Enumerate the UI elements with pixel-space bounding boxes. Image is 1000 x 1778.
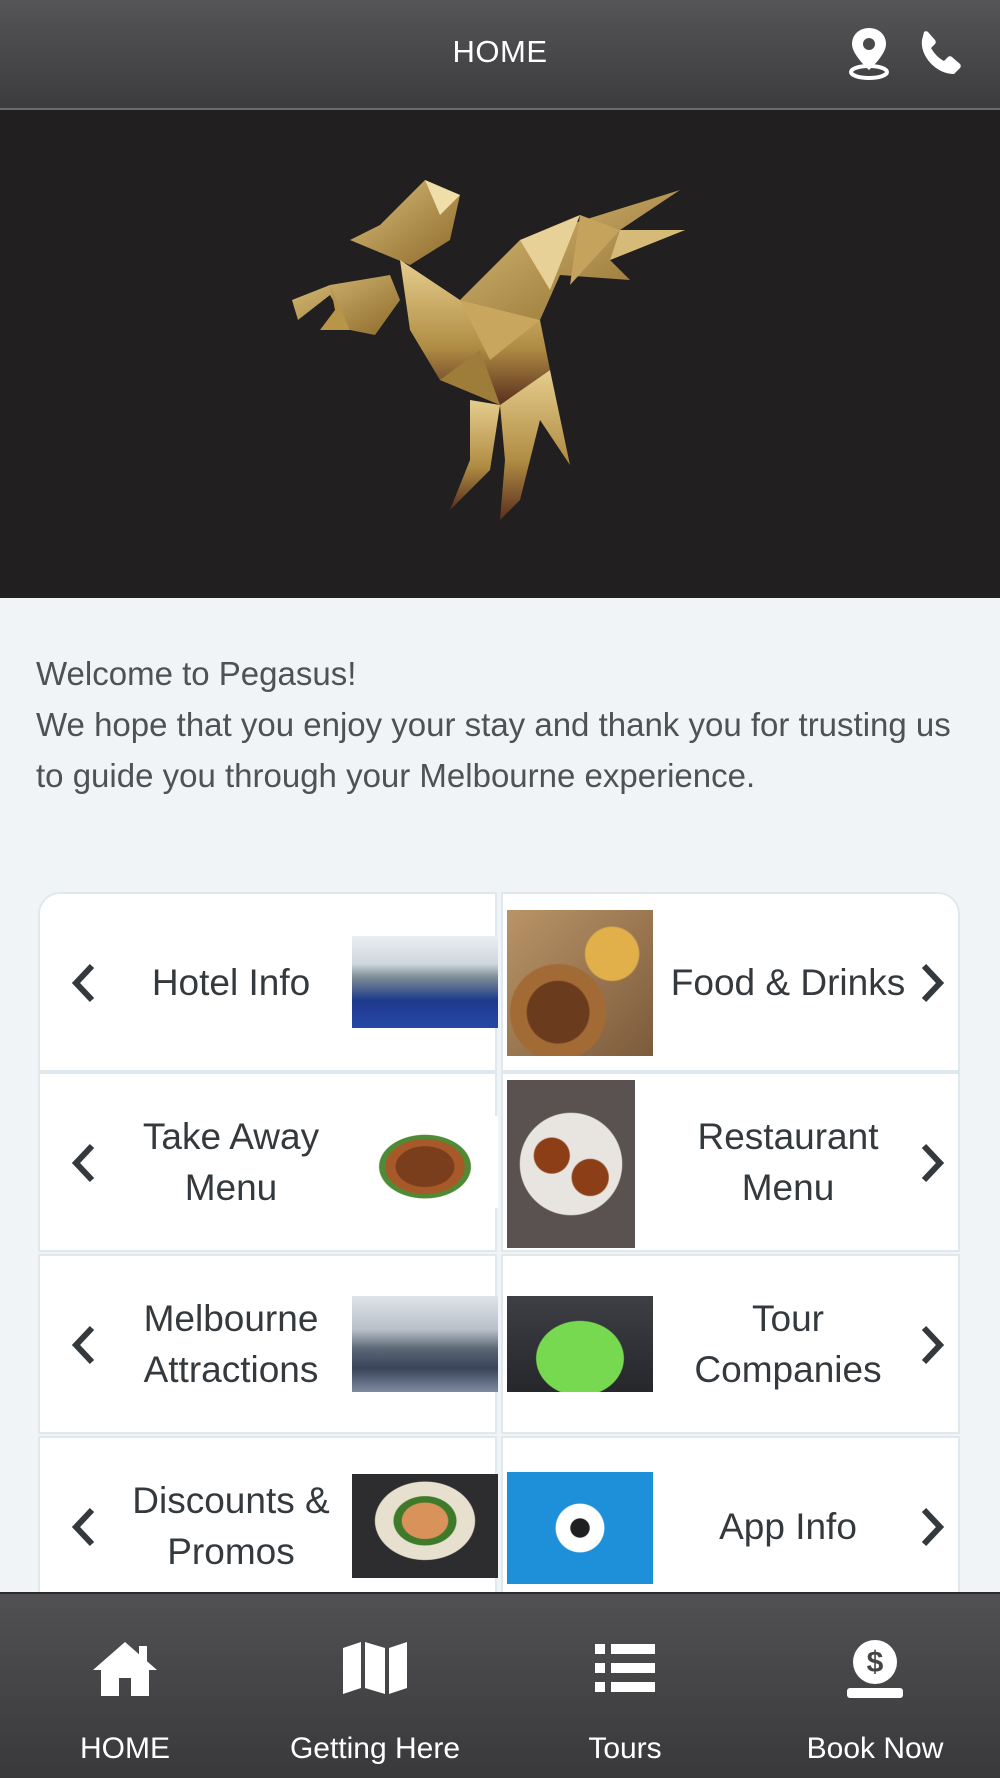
list-icon (595, 1644, 655, 1692)
burger-image (507, 910, 653, 1056)
discounts-promos-tile[interactable]: Discounts & Promos (38, 1436, 498, 1616)
restaurant-dish-image (507, 1080, 635, 1248)
home-icon (93, 1642, 157, 1696)
chevron-left-icon (71, 1325, 95, 1365)
take-away-dish-image (352, 1116, 498, 1208)
tile-label: Food & Drinks (670, 961, 906, 1003)
chevron-right-icon (921, 1507, 945, 1547)
nav-label: HOME (80, 1732, 170, 1765)
pegasus-logo (292, 180, 685, 520)
chevron-left-icon (71, 1143, 95, 1183)
welcome-text: Welcome to Pegasus! We hope that you enj… (36, 648, 966, 801)
payment-icon: $ (847, 1640, 903, 1698)
tile-label: Restaurant Menu (697, 1116, 879, 1208)
nav-getting-here[interactable]: Getting Here (250, 1594, 500, 1778)
nav-label: Tours (588, 1732, 662, 1765)
chevron-right-icon (921, 1325, 945, 1365)
map-icon (343, 1642, 407, 1694)
welcome-message: We hope that you enjoy your stay and tha… (36, 706, 951, 794)
top-app-bar: HOME (0, 0, 1000, 110)
food-drinks-tile[interactable]: Food & Drinks (501, 892, 960, 1072)
tile-label: App Info (719, 1505, 857, 1547)
app-info-image (507, 1472, 653, 1584)
promo-dish-image (352, 1474, 498, 1578)
hero-banner (0, 110, 1000, 598)
app-info-tile[interactable]: App Info (501, 1436, 960, 1616)
phone-icon[interactable] (910, 22, 972, 84)
tile-label: Hotel Info (151, 961, 311, 1003)
location-pin-icon[interactable] (838, 22, 900, 84)
tile-label: Melbourne Attractions (143, 1298, 319, 1390)
tour-guide-image (507, 1296, 653, 1392)
tile-label: Discounts & Promos (132, 1480, 330, 1572)
nav-label: Getting Here (289, 1732, 461, 1765)
tile-label: Take Away Menu (142, 1116, 320, 1208)
chevron-right-icon (921, 963, 945, 1003)
tour-companies-tile[interactable]: Tour Companies (501, 1254, 960, 1434)
bottom-navigation: HOME Getting Here Tours $ Book Now (0, 1592, 1000, 1778)
chevron-left-icon (71, 1507, 95, 1547)
melbourne-attractions-tile[interactable]: Melbourne Attractions (38, 1254, 498, 1434)
pool-image (352, 936, 498, 1028)
restaurant-menu-tile[interactable]: Restaurant Menu (501, 1072, 960, 1252)
nav-book-now[interactable]: $ Book Now (750, 1594, 1000, 1778)
take-away-menu-tile[interactable]: Take Away Menu (38, 1072, 498, 1252)
nav-home[interactable]: HOME (0, 1594, 250, 1778)
hotel-info-tile[interactable]: Hotel Info (38, 892, 498, 1072)
tile-label: Tour Companies (694, 1298, 882, 1390)
svg-text:$: $ (867, 1646, 884, 1679)
chevron-right-icon (921, 1143, 945, 1183)
nav-label: Book Now (806, 1732, 944, 1765)
market-image (352, 1296, 498, 1392)
chevron-left-icon (71, 963, 95, 1003)
nav-tours[interactable]: Tours (500, 1594, 750, 1778)
welcome-heading: Welcome to Pegasus! (36, 655, 357, 692)
